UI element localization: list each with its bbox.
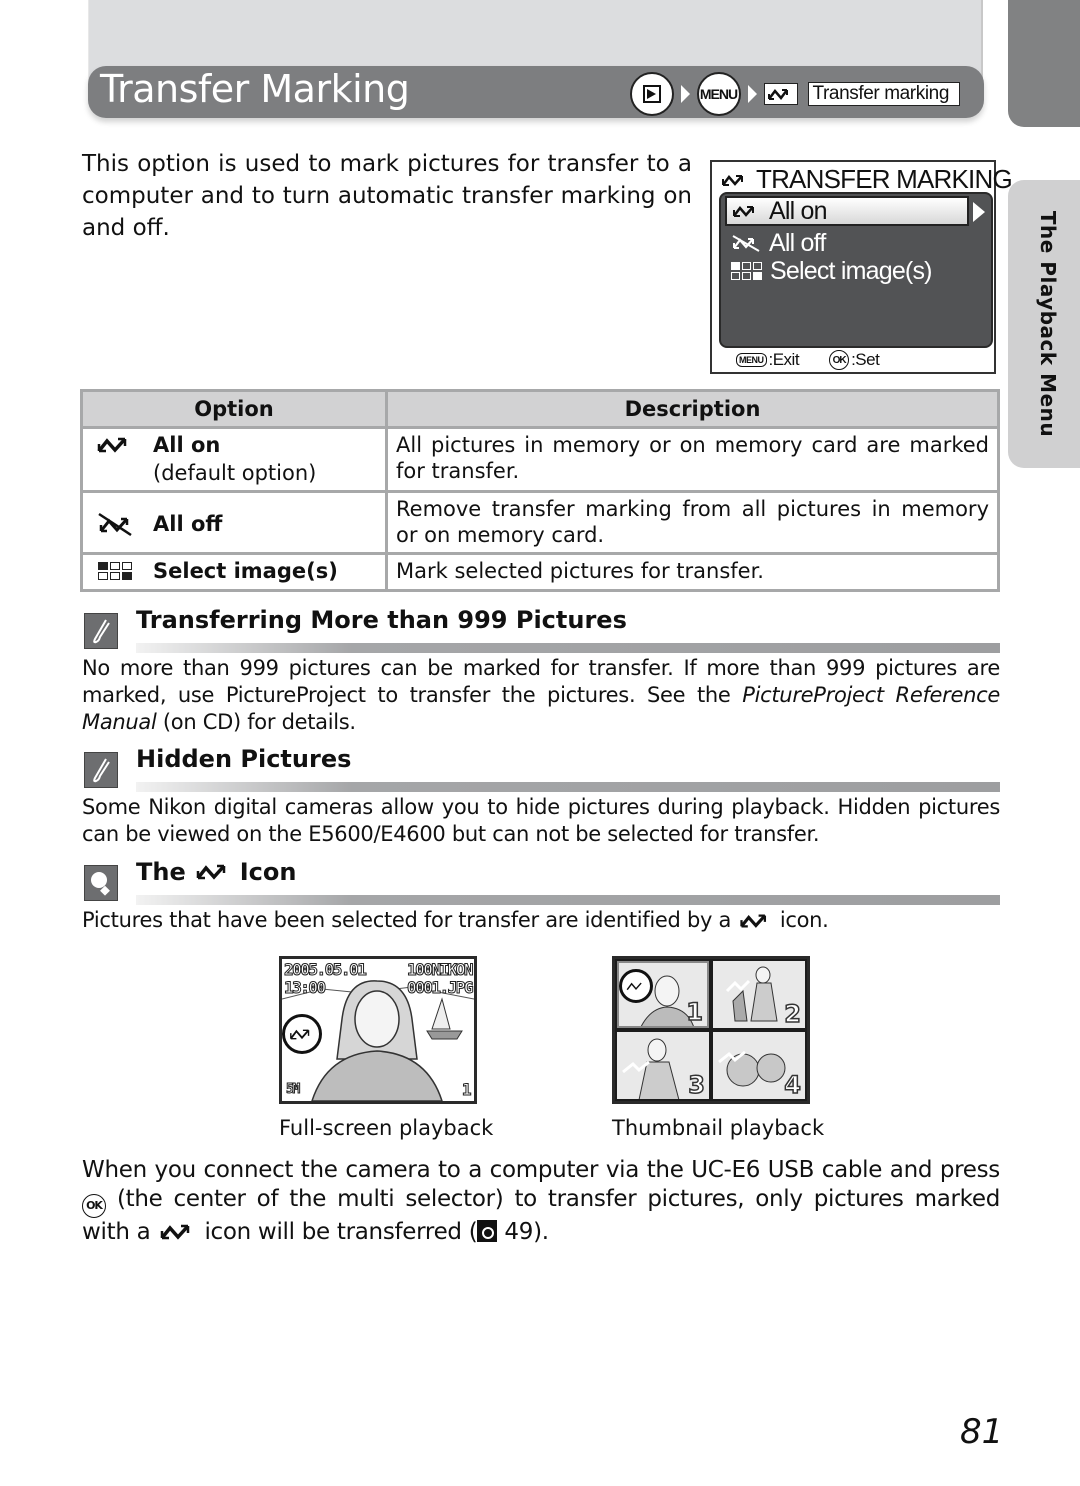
time-readout: 13:00 [284, 978, 327, 997]
chapter-tab-label: The Playback Menu [1036, 210, 1060, 438]
right-arrow-icon [973, 202, 985, 222]
chapter-tab-top [1008, 0, 1080, 127]
camera-menu-footer: MENU :Exit OK :Set [736, 350, 880, 370]
note-pencil-icon [84, 613, 118, 649]
transfer-mark-icon [157, 1222, 197, 1242]
ok-button-icon: OK [82, 1193, 106, 1218]
ok-button-icon: OK [829, 350, 850, 370]
page-number: 81 [960, 1412, 1004, 1452]
breadcrumb-arrow-icon [680, 85, 690, 103]
set-hint: :Set [851, 350, 880, 369]
thumbnail-number: 3 [688, 1070, 706, 1099]
camera-menu-panel: All on All off Select image(s) [719, 192, 993, 348]
note-divider [136, 895, 1000, 905]
select-images-icon [731, 262, 762, 280]
option-description: Remove transfer marking from all picture… [385, 490, 1000, 555]
breadcrumb-arrow-icon [747, 85, 757, 103]
note-body: No more than 999 pictures can be marked … [82, 655, 1000, 736]
camera-menu-item-label: All off [769, 228, 826, 257]
transfer-mark-icon [619, 969, 653, 1003]
select-images-icon [95, 557, 135, 585]
image-size-readout: 5M [286, 1082, 301, 1098]
note-divider [136, 782, 1000, 792]
figure-caption: Full-screen playback [279, 1116, 494, 1140]
frame-count-readout: 1 [461, 1080, 472, 1099]
file-readout: 0001.JPG [406, 978, 474, 997]
camera-menu-title: TRANSFER MARKING [720, 164, 1013, 195]
date-readout: 2005.05.01 [283, 960, 367, 979]
thumbnail-number: 1 [686, 997, 704, 1026]
thumbnail: 2 [713, 961, 805, 1028]
column-header-option: Option [80, 389, 388, 429]
intro-paragraph: This option is used to mark pictures for… [82, 151, 692, 241]
option-description: Mark selected pictures for transfer. [385, 552, 1000, 592]
page-title: Transfer Marking [100, 67, 410, 111]
table-row: All off Remove transfer marking from all… [80, 490, 1000, 555]
camera-menu-item-select-images[interactable]: Select image(s) [725, 256, 932, 286]
note-text: icon. [779, 908, 829, 932]
chapter-tab: The Playback Menu [1008, 180, 1080, 468]
menu-button-icon: MENU [736, 353, 767, 367]
playback-button-icon [629, 72, 674, 116]
camera-menu-item-all-off[interactable]: All off [725, 228, 826, 258]
options-table: Option Description All on (default optio… [80, 389, 1000, 592]
camera-menu-item-all-on[interactable]: All on [725, 196, 969, 226]
note-text: (on CD) for details. [156, 710, 356, 734]
exit-hint: :Exit [768, 350, 800, 369]
thumbnail-number: 2 [784, 999, 802, 1028]
camera-menu-title-text: TRANSFER MARKING [756, 164, 1013, 194]
thumbnail-playback-figure: 1 2 3 4 Thumbnail playback [612, 956, 824, 1140]
option-note: (default option) [153, 461, 317, 485]
transfer-mark-icon [720, 172, 750, 188]
thumbnail: 3 [617, 1032, 709, 1099]
transfer-off-icon [731, 233, 761, 253]
closing-paragraph: When you connect the camera to a compute… [82, 1156, 1000, 1247]
note-body: Some Nikon digital cameras allow you to … [82, 795, 1000, 846]
folder-readout: 100NIKON [406, 960, 474, 979]
note-title-text: Icon [239, 858, 297, 886]
thumbnail: 4 [713, 1032, 805, 1099]
menu-path-breadcrumb: MENU Transfer marking [629, 72, 960, 116]
note-pencil-icon [84, 752, 118, 788]
transfer-mark-icon [282, 1014, 322, 1054]
closing-text: icon will be transferred ( [204, 1218, 478, 1245]
option-description: All pictures in memory or on memory card… [385, 426, 1000, 493]
option-name: All off [153, 511, 223, 536]
tip-bulb-icon [84, 865, 118, 901]
note-title-text: The [136, 858, 186, 886]
camera-menu-item-label: Select image(s) [770, 256, 932, 285]
note-body: Pictures that have been selected for tra… [82, 907, 1000, 934]
transfer-mark-icon [731, 203, 761, 219]
option-name: Select image(s) [153, 559, 338, 583]
transfer-mark-icon [763, 83, 798, 105]
menu-button-icon: MENU [696, 72, 741, 116]
page-reference[interactable]: 49). [497, 1219, 549, 1245]
transfer-mark-icon [737, 912, 773, 930]
thumbnail-number: 4 [784, 1070, 802, 1099]
closing-text: When you connect the camera to a compute… [82, 1157, 1000, 1183]
transfer-off-icon [95, 510, 135, 538]
table-row: Select image(s) Mark selected pictures f… [80, 552, 1000, 592]
table-header-row: Option Description [80, 389, 1000, 429]
option-name: All on [153, 433, 221, 457]
page-reference-icon [477, 1219, 498, 1242]
note-title: Hidden Pictures [136, 745, 352, 773]
camera-menu-screen: TRANSFER MARKING All on All off Select i… [710, 160, 1013, 374]
fullscreen-playback-figure: 2005.05.01 13:00 100NIKON 0001.JPG 5M 1 … [279, 956, 493, 1140]
breadcrumb-menu-item-label: Transfer marking [807, 82, 960, 106]
header-bar: Transfer Marking MENU Transfer marking [88, 66, 984, 118]
fullscreen-playback-image: 2005.05.01 13:00 100NIKON 0001.JPG 5M 1 [279, 956, 477, 1104]
transfer-mark-icon [194, 862, 232, 882]
note-text: Pictures that have been selected for tra… [82, 908, 732, 932]
thumbnail: 1 [617, 961, 709, 1028]
column-header-description: Description [385, 389, 1000, 429]
note-title: Transferring More than 999 Pictures [136, 606, 627, 634]
thumbnail-playback-image: 1 2 3 4 [612, 956, 810, 1104]
table-row: All on (default option) All pictures in … [80, 426, 1000, 493]
transfer-mark-icon [95, 431, 135, 459]
note-divider [136, 643, 1000, 653]
note-title: The Icon [136, 855, 296, 889]
camera-menu-item-label: All on [769, 196, 828, 225]
figure-caption: Thumbnail playback [612, 1116, 825, 1140]
